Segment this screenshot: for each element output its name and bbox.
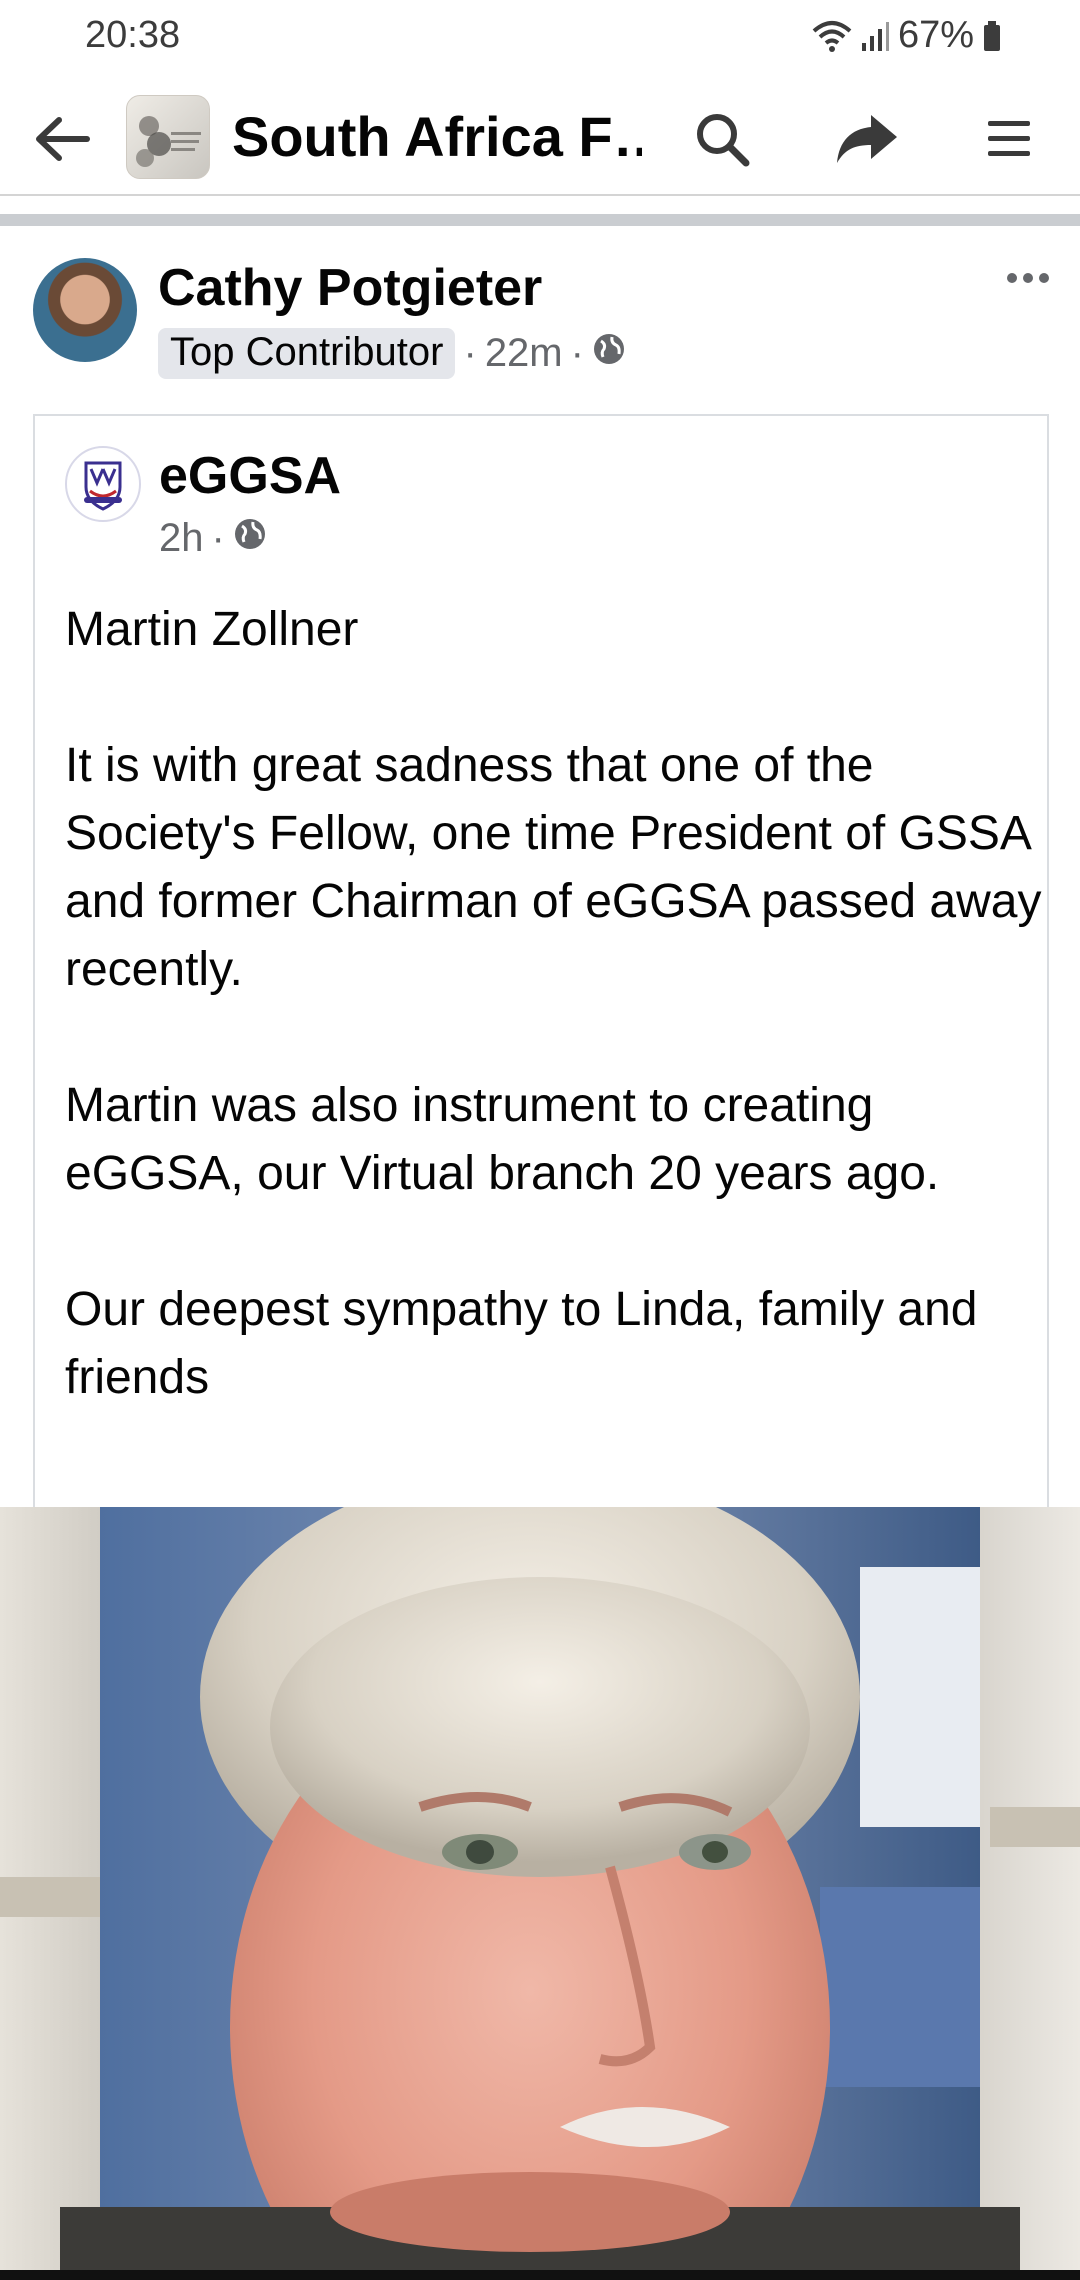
meta-separator: · <box>463 331 477 375</box>
more-options-button[interactable] <box>1000 262 1056 298</box>
search-button[interactable] <box>690 106 754 176</box>
share-icon <box>835 111 899 172</box>
back-button[interactable] <box>28 108 98 174</box>
avatar[interactable] <box>33 258 137 362</box>
battery-icon <box>982 19 1002 53</box>
menu-button[interactable] <box>976 106 1042 176</box>
status-icons: 67% <box>812 14 1002 57</box>
globe-icon <box>592 331 626 376</box>
post-body: Martin Zollner It is with great sadness … <box>65 596 1045 1412</box>
menu-icon <box>986 117 1032 166</box>
post-paragraph: Our deepest sympathy to Linda, family an… <box>65 1283 978 1404</box>
shared-post-time[interactable]: 2h <box>159 516 204 561</box>
bottom-edge <box>0 2270 1080 2280</box>
top-contributor-badge[interactable]: Top Contributor <box>158 328 456 379</box>
status-bar: 20:38 67% <box>0 0 1080 76</box>
app-bar: South Africa F… <box>0 86 1080 196</box>
post-meta: Top Contributor · 22m · <box>158 328 626 379</box>
page-logo[interactable] <box>65 446 141 522</box>
section-divider <box>0 214 1080 226</box>
meta-separator: · <box>570 331 584 375</box>
group-thumbnail[interactable] <box>126 95 210 179</box>
post-photo[interactable] <box>0 1507 1080 2280</box>
post-time[interactable]: 22m <box>485 331 563 376</box>
share-button[interactable] <box>832 106 902 176</box>
search-icon <box>692 109 752 174</box>
post-paragraph: It is with great sadness that one of the… <box>65 739 1042 996</box>
shared-post-card[interactable]: eGGSA 2h · Martin Zollner It is with gre… <box>33 414 1049 1514</box>
meta-separator: · <box>211 516 225 560</box>
back-arrow-icon <box>33 114 93 169</box>
signal-icon <box>860 19 890 53</box>
author-name[interactable]: Cathy Potgieter <box>158 258 542 318</box>
post-paragraph: Martin Zollner <box>65 603 359 656</box>
shared-post-meta: 2h · <box>159 516 267 561</box>
status-time: 20:38 <box>85 14 181 56</box>
page-name[interactable]: eGGSA <box>159 446 341 506</box>
more-dots-icon <box>1006 271 1050 289</box>
group-title[interactable]: South Africa F… <box>232 104 642 170</box>
post-paragraph: Martin was also instrument to creating e… <box>65 1079 940 1200</box>
wifi-icon <box>812 19 852 53</box>
battery-percentage: 67% <box>897 14 974 56</box>
globe-icon <box>233 516 267 561</box>
